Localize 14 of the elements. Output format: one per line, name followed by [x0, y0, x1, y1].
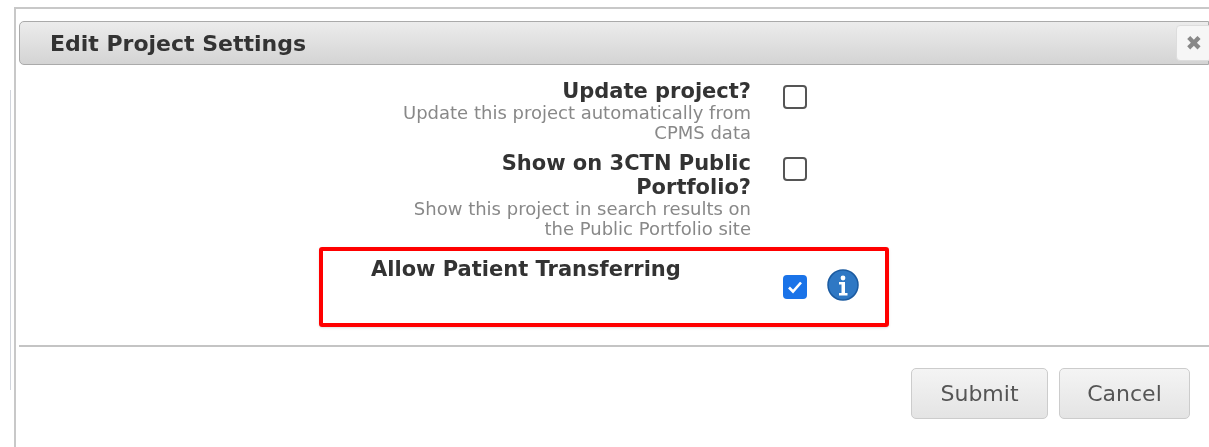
checkmark-icon — [787, 279, 803, 295]
checkbox[interactable] — [783, 85, 807, 109]
setting-description: Show this project in search results on the Public Portfolio site — [412, 199, 751, 239]
setting-label: Allow Patient Transferring — [371, 257, 681, 281]
close-button[interactable]: ✖ — [1176, 25, 1209, 61]
checkbox[interactable] — [783, 157, 807, 181]
submit-button[interactable]: Submit — [911, 368, 1048, 419]
setting-description: Update this project automatically from CPMS data — [402, 103, 751, 143]
dialog-title: Edit Project Settings — [50, 29, 307, 58]
info-icon[interactable] — [827, 269, 859, 301]
setting-label: Show on 3CTN Public Portfolio? — [500, 151, 751, 199]
cancel-button[interactable]: Cancel — [1059, 368, 1190, 419]
checkbox[interactable] — [783, 275, 807, 299]
setting-label: Update project? — [561, 79, 751, 103]
